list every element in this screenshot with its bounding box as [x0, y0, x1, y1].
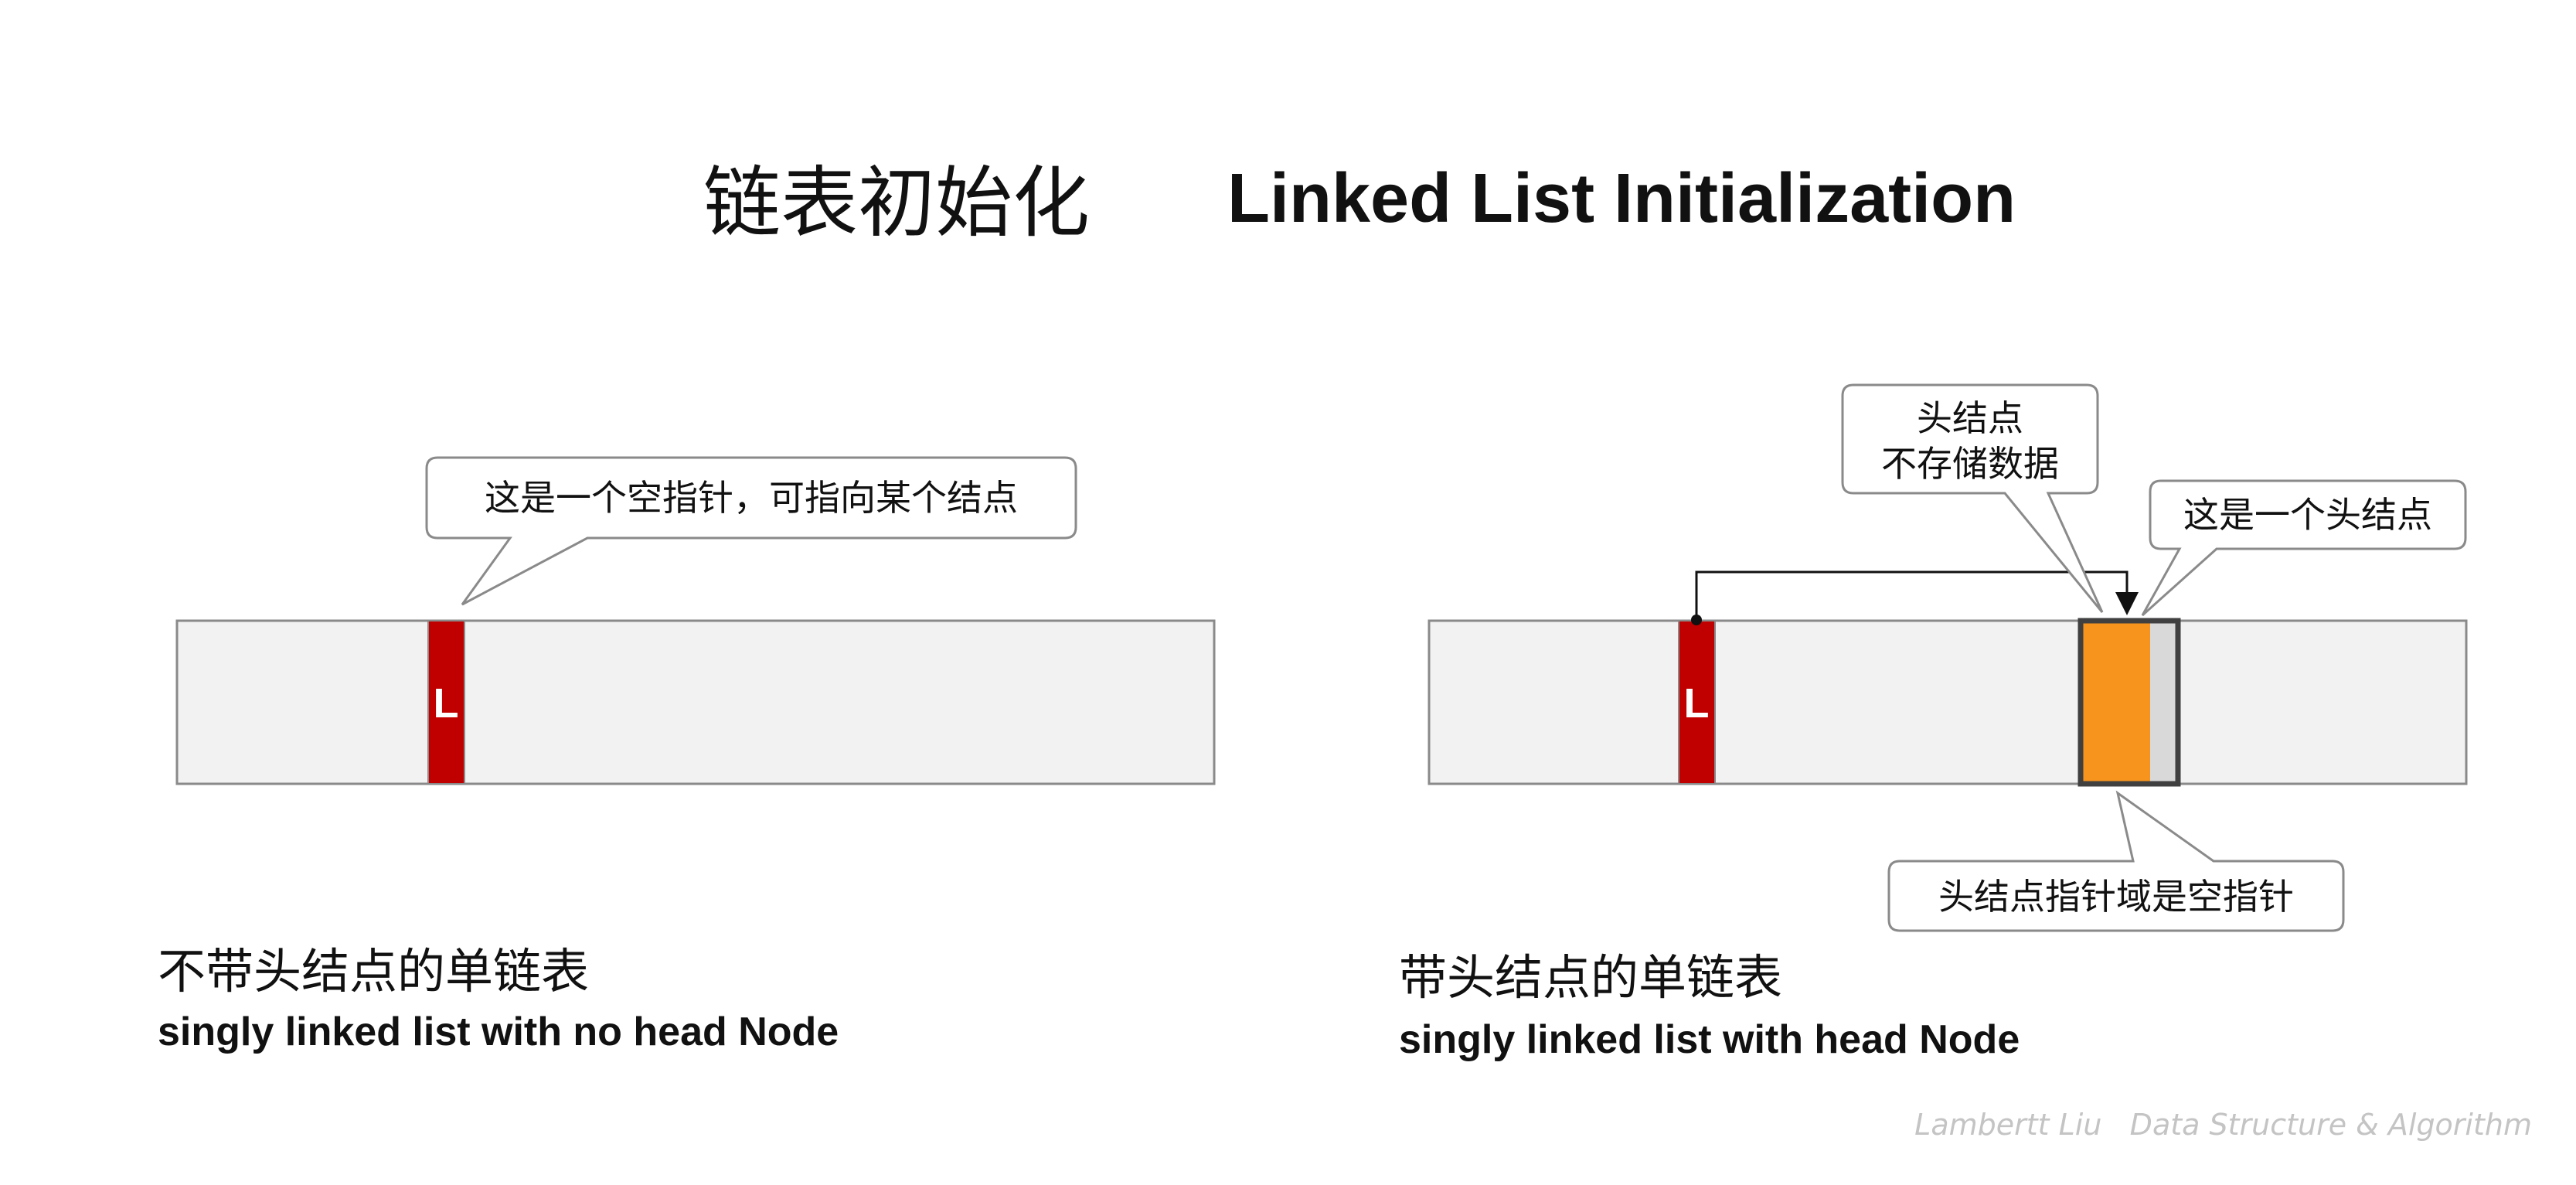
watermark: Lambertt Liu Data Structure & Algorithm — [1914, 1108, 2532, 1142]
memory-bar-left — [175, 619, 1216, 785]
left-panel: 这是一个空指针，可指向某个结点 L 不带头结点的单链表 singly linke… — [158, 456, 1216, 1054]
head-node-callout-line2: 不存储数据 — [1881, 443, 2059, 485]
head-node-callout-line1: 头结点 — [1917, 397, 2023, 439]
null-pointer-callout: 这是一个空指针，可指向某个结点 — [485, 477, 1018, 519]
head-node-pointer-field — [2150, 621, 2178, 784]
pointer-l-label: L — [434, 680, 459, 727]
linked-list-diagram: 链表初始化 Linked List Initialization 这是一个空指针… — [158, 158, 2532, 1142]
is-head-node-callout: 这是一个头结点 — [2183, 494, 2432, 536]
memory-bar-right — [1428, 619, 2468, 785]
caption-en-right: singly linked list with head Node — [1399, 1017, 2020, 1062]
pointer-arrow — [1695, 570, 2139, 620]
head-node-data-field — [2081, 621, 2150, 784]
title-zh: 链表初始化 — [703, 158, 1090, 248]
caption-en-left: singly linked list with no head Node — [158, 1010, 839, 1054]
pointer-l-label-right: L — [1684, 680, 1710, 727]
right-panel: L 头结点 不存储数据 这是一个头结点 头结点指针域是空指针 带头结点的单链表 … — [1399, 383, 2468, 1062]
title-en: Linked List Initialization — [1227, 160, 2016, 237]
null-pointer-field-callout: 头结点指针域是空指针 — [1938, 876, 2294, 918]
caption-zh-left: 不带头结点的单链表 — [158, 943, 589, 999]
caption-zh-right: 带头结点的单链表 — [1399, 949, 1782, 1006]
